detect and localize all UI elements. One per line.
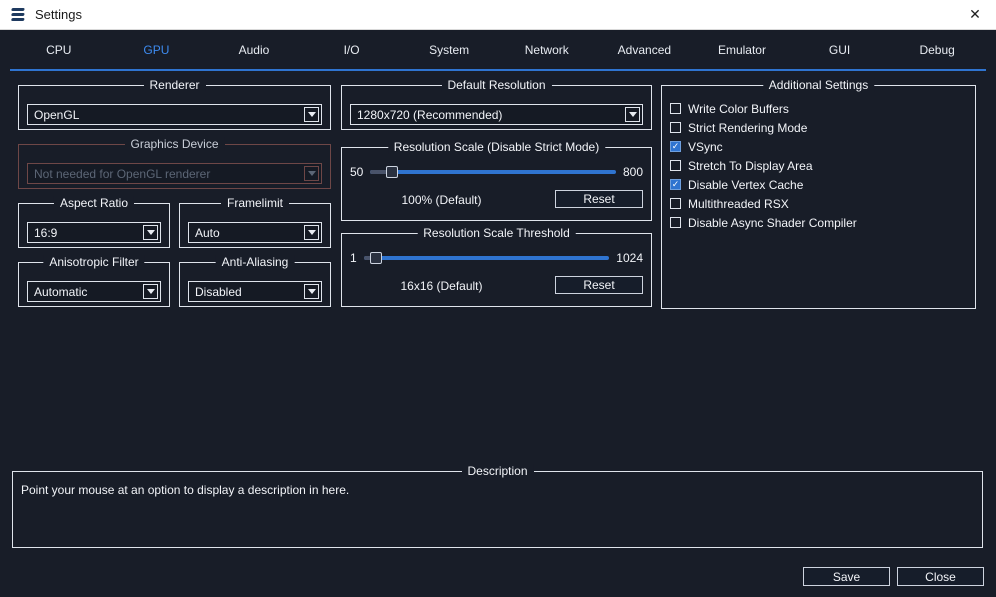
aspect-ratio-value: 16:9 bbox=[34, 225, 58, 240]
checkbox-row-vsync[interactable]: VSync bbox=[670, 137, 975, 156]
chevron-down-icon[interactable] bbox=[304, 225, 319, 240]
renderer-dropdown[interactable]: OpenGL bbox=[27, 104, 322, 125]
checkbox-label: VSync bbox=[688, 139, 723, 154]
default-resolution-dropdown[interactable]: 1280x720 (Recommended) bbox=[350, 104, 643, 125]
tab-bar: CPU GPU Audio I/O System Network Advanced Emula… bbox=[10, 30, 986, 71]
unchecked-checkbox-icon[interactable] bbox=[670, 198, 681, 209]
checkbox-label: Disable Vertex Cache bbox=[688, 177, 804, 192]
graphics-device-dropdown: Not needed for OpenGL renderer bbox=[27, 163, 322, 184]
unchecked-checkbox-icon[interactable] bbox=[670, 217, 681, 228]
checkbox-row-disable-async-shader-compiler[interactable]: Disable Async Shader Compiler bbox=[670, 213, 975, 232]
anisotropic-filter-dropdown[interactable]: Automatic bbox=[27, 281, 161, 302]
graphics-device-group: Graphics Device Not needed for OpenGL re… bbox=[18, 137, 331, 189]
checkbox-label: Disable Async Shader Compiler bbox=[688, 215, 857, 230]
default-resolution-value: 1280x720 (Recommended) bbox=[357, 107, 503, 122]
additional-settings-list: Write Color Buffers Strict Rendering Mode… bbox=[662, 99, 975, 232]
checkbox-label: Multithreaded RSX bbox=[688, 196, 789, 211]
description-text: Point your mouse at an option to display… bbox=[21, 483, 350, 497]
default-resolution-group: Default Resolution 1280x720 (Recommended… bbox=[341, 78, 652, 130]
app-logo-icon bbox=[10, 7, 27, 22]
anti-aliasing-group-label: Anti-Aliasing bbox=[215, 255, 295, 269]
resolution-scale-threshold-reset-button[interactable]: Reset bbox=[555, 276, 643, 294]
checked-checkbox-icon[interactable] bbox=[670, 141, 681, 152]
tab-network[interactable]: Network bbox=[498, 30, 596, 69]
aspect-ratio-group-label: Aspect Ratio bbox=[53, 196, 135, 210]
aspect-ratio-group: Aspect Ratio 16:9 bbox=[18, 196, 170, 248]
graphics-device-group-label: Graphics Device bbox=[124, 137, 225, 151]
anisotropic-filter-group-label: Anisotropic Filter bbox=[43, 255, 145, 269]
checked-checkbox-icon[interactable] bbox=[670, 179, 681, 190]
slider-track[interactable] bbox=[370, 166, 616, 178]
resolution-scale-value: 100% (Default) bbox=[401, 193, 482, 207]
additional-settings-group-label: Additional Settings bbox=[762, 78, 875, 92]
resolution-scale-slider[interactable]: 50 800 bbox=[350, 162, 643, 182]
anti-aliasing-group: Anti-Aliasing Disabled bbox=[179, 255, 331, 307]
unchecked-checkbox-icon[interactable] bbox=[670, 122, 681, 133]
slider-min-label: 1 bbox=[350, 251, 357, 265]
save-button[interactable]: Save bbox=[803, 567, 890, 586]
checkbox-label: Write Color Buffers bbox=[688, 101, 789, 116]
resolution-scale-threshold-group-label: Resolution Scale Threshold bbox=[417, 226, 576, 240]
tab-system[interactable]: System bbox=[400, 30, 498, 69]
chevron-down-icon[interactable] bbox=[143, 284, 158, 299]
checkbox-row-strict-rendering-mode[interactable]: Strict Rendering Mode bbox=[670, 118, 975, 137]
description-group-label: Description bbox=[461, 464, 534, 478]
resolution-scale-threshold-group: Resolution Scale Threshold 1 1024 16x16 … bbox=[341, 226, 652, 307]
tab-emulator[interactable]: Emulator bbox=[693, 30, 791, 69]
anti-aliasing-dropdown[interactable]: Disabled bbox=[188, 281, 322, 302]
slider-min-label: 50 bbox=[350, 165, 364, 179]
close-window-button[interactable]: ✕ bbox=[954, 0, 996, 30]
tab-debug[interactable]: Debug bbox=[888, 30, 986, 69]
tab-advanced[interactable]: Advanced bbox=[596, 30, 694, 69]
resolution-scale-group-label: Resolution Scale (Disable Strict Mode) bbox=[387, 140, 606, 154]
chevron-down-icon[interactable] bbox=[625, 107, 640, 122]
resolution-scale-reset-button[interactable]: Reset bbox=[555, 190, 643, 208]
tab-cpu[interactable]: CPU bbox=[10, 30, 108, 69]
slider-handle[interactable] bbox=[369, 252, 382, 264]
slider-handle[interactable] bbox=[386, 166, 399, 178]
resolution-scale-threshold-value: 16x16 (Default) bbox=[400, 279, 483, 293]
chevron-down-icon[interactable] bbox=[304, 284, 319, 299]
checkbox-label: Strict Rendering Mode bbox=[688, 120, 808, 135]
framelimit-value: Auto bbox=[195, 225, 220, 240]
checkbox-row-multithreaded-rsx[interactable]: Multithreaded RSX bbox=[670, 194, 975, 213]
tab-i-o[interactable]: I/O bbox=[303, 30, 401, 69]
renderer-group: Renderer OpenGL bbox=[18, 78, 331, 130]
description-group: Description Point your mouse at an optio… bbox=[12, 464, 983, 548]
default-resolution-group-label: Default Resolution bbox=[441, 78, 552, 92]
aspect-ratio-dropdown[interactable]: 16:9 bbox=[27, 222, 161, 243]
framelimit-dropdown[interactable]: Auto bbox=[188, 222, 322, 243]
anisotropic-filter-value: Automatic bbox=[34, 284, 88, 299]
settings-window: Settings ✕ CPU GPU Audio I/O System Network Ad… bbox=[0, 0, 996, 597]
additional-settings-group: Additional Settings Write Color Buffers S… bbox=[661, 78, 976, 309]
checkbox-label: Stretch To Display Area bbox=[688, 158, 813, 173]
tab-gui[interactable]: GUI bbox=[791, 30, 889, 69]
checkbox-row-disable-vertex-cache[interactable]: Disable Vertex Cache bbox=[670, 175, 975, 194]
anti-aliasing-value: Disabled bbox=[195, 284, 242, 299]
window-title: Settings bbox=[35, 7, 82, 22]
slider-max-label: 1024 bbox=[616, 251, 643, 265]
chevron-down-icon bbox=[304, 166, 319, 181]
anisotropic-filter-group: Anisotropic Filter Automatic bbox=[18, 255, 170, 307]
tab-gpu[interactable]: GPU bbox=[108, 30, 206, 69]
tab-audio[interactable]: Audio bbox=[205, 30, 303, 69]
close-button[interactable]: Close bbox=[897, 567, 984, 586]
framelimit-group-label: Framelimit bbox=[221, 196, 289, 210]
slider-track[interactable] bbox=[363, 252, 610, 264]
graphics-device-value: Not needed for OpenGL renderer bbox=[34, 166, 211, 181]
title-bar: Settings ✕ bbox=[0, 0, 996, 30]
renderer-group-label: Renderer bbox=[143, 78, 206, 92]
checkbox-row-write-color-buffers[interactable]: Write Color Buffers bbox=[670, 99, 975, 118]
chevron-down-icon[interactable] bbox=[143, 225, 158, 240]
unchecked-checkbox-icon[interactable] bbox=[670, 103, 681, 114]
resolution-scale-group: Resolution Scale (Disable Strict Mode) 5… bbox=[341, 140, 652, 221]
checkbox-row-stretch-to-display-area[interactable]: Stretch To Display Area bbox=[670, 156, 975, 175]
chevron-down-icon[interactable] bbox=[304, 107, 319, 122]
unchecked-checkbox-icon[interactable] bbox=[670, 160, 681, 171]
framelimit-group: Framelimit Auto bbox=[179, 196, 331, 248]
slider-max-label: 800 bbox=[622, 165, 643, 179]
resolution-scale-threshold-slider[interactable]: 1 1024 bbox=[350, 248, 643, 268]
renderer-value: OpenGL bbox=[34, 107, 80, 122]
